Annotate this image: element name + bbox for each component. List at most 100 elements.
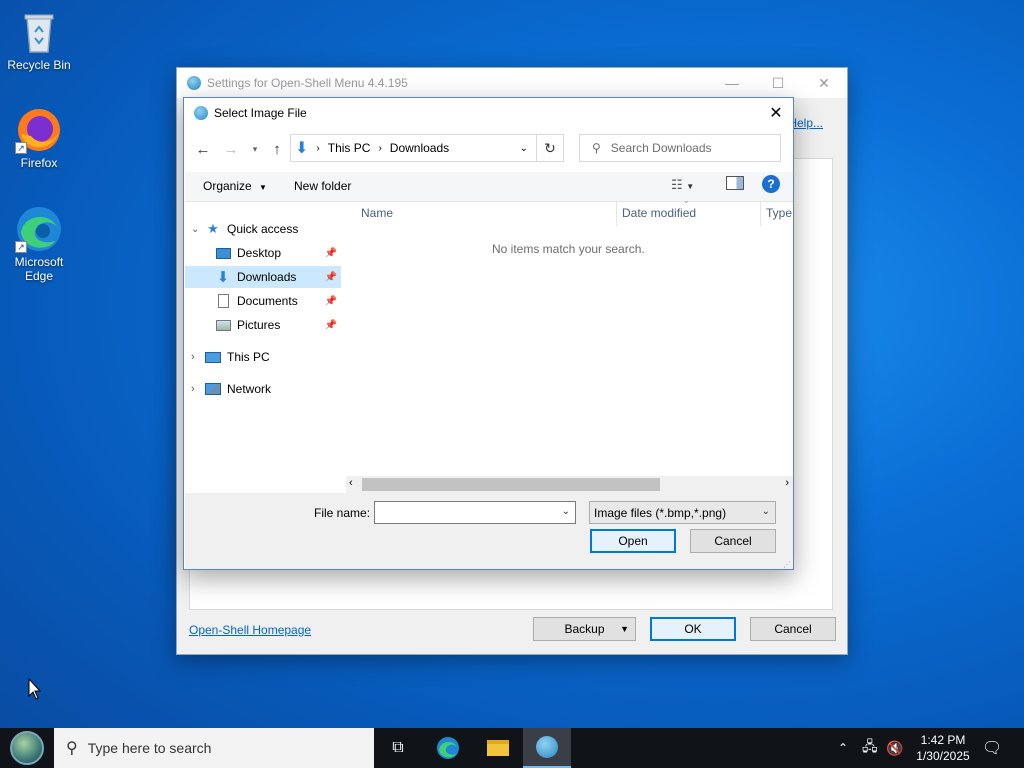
horizontal-scrollbar[interactable]: ‹ › [346, 476, 793, 493]
resize-grip-icon[interactable]: ⋰ [783, 560, 791, 569]
network-label: Network [227, 382, 272, 396]
nav-quick-access[interactable]: ⌄ ★ Quick access [185, 218, 341, 240]
desktop-icon-edge[interactable]: ↗ Microsoft Edge [1, 205, 77, 283]
pin-icon: 📌 [324, 271, 337, 283]
start-orb-icon [10, 731, 44, 765]
shortcut-arrow-icon: ↗ [15, 142, 27, 154]
scrollbar-thumb[interactable] [362, 478, 660, 491]
column-name[interactable]: Name [361, 206, 393, 220]
scroll-right-icon[interactable]: › [785, 477, 789, 489]
open-button[interactable]: Open [590, 529, 676, 553]
dialog-close-button[interactable]: ✕ [759, 98, 793, 128]
dialog-titlebar[interactable]: Select Image File [184, 98, 793, 128]
recent-locations-button[interactable]: ▾ [244, 138, 266, 160]
backup-button[interactable]: Backup ▼ [533, 617, 636, 641]
column-type[interactable]: Type [766, 206, 792, 220]
empty-message: No items match your search. [492, 242, 645, 256]
chevron-down-icon[interactable]: ⌄ [520, 143, 528, 154]
address-bar[interactable]: ⬇ › This PC › Downloads ⌄ [290, 134, 537, 162]
close-button[interactable]: ✕ [801, 68, 847, 98]
file-name-input[interactable]: ⌄ [374, 501, 576, 524]
taskbar: ⚲ Type here to search ⧉ ⌃ 🖧 🔇 1:42 PM 1/… [0, 728, 1024, 768]
dialog-cancel-button[interactable]: Cancel [690, 529, 776, 553]
search-icon: ⚲ [592, 141, 601, 155]
search-placeholder: Search Downloads [610, 141, 712, 155]
taskbar-edge-button[interactable] [424, 728, 472, 768]
nav-item-label: Pictures [237, 318, 281, 332]
taskbar-open-shell-button[interactable] [523, 728, 571, 768]
tray-chevron-up-icon[interactable]: ⌃ [838, 728, 848, 768]
desktop-icon-firefox[interactable]: ↗ Firefox [1, 106, 77, 170]
forward-button[interactable]: → [220, 138, 242, 160]
nav-item-desktop[interactable]: Desktop 📌 [185, 242, 341, 264]
ok-button[interactable]: OK [650, 617, 736, 641]
nav-item-label: Downloads [237, 270, 297, 284]
backup-label: Backup [564, 622, 605, 636]
breadcrumb-separator-icon: › [378, 142, 382, 154]
nav-item-documents[interactable]: Documents 📌 [185, 290, 341, 312]
dialog-bottom-area: File name: ⌄ Image files (*.bmp,*.png) ⌄… [185, 493, 793, 569]
this-pc-label: This PC [227, 350, 270, 364]
task-view-button[interactable]: ⧉ [374, 728, 422, 768]
nav-item-downloads[interactable]: ⬇ Downloads 📌 [185, 266, 341, 288]
desktop-icon-recycle-bin[interactable]: Recycle Bin [1, 8, 77, 72]
nav-item-label: Desktop [237, 246, 282, 260]
recycle-bin-icon [15, 8, 63, 56]
navigation-pane: ⌄ ★ Quick access Desktop 📌 ⬇ Downloads 📌… [185, 202, 345, 492]
edge-icon: ↗ [15, 205, 63, 253]
chevron-down-icon: ▼ [620, 624, 629, 634]
breadcrumb-downloads[interactable]: Downloads [390, 141, 449, 155]
start-button[interactable] [3, 728, 51, 768]
computer-icon [205, 349, 221, 365]
network-icon [205, 381, 221, 397]
downloads-location-icon: ⬇ [295, 140, 309, 157]
notifications-icon[interactable]: 🗨 [982, 728, 1002, 768]
search-icon: ⚲ [66, 740, 78, 757]
nav-network[interactable]: › Network [185, 378, 341, 400]
taskbar-file-explorer-button[interactable] [474, 728, 522, 768]
column-separator[interactable] [616, 202, 617, 226]
view-options-button[interactable]: ☷ ▼ [671, 177, 694, 193]
search-input[interactable]: ⚲ Search Downloads [579, 134, 781, 162]
taskbar-clock[interactable]: 1:42 PM 1/30/2025 [908, 732, 978, 764]
mouse-cursor-icon [28, 677, 42, 703]
up-button[interactable]: ↑ [266, 138, 288, 160]
maximize-button[interactable]: ☐ [755, 68, 801, 98]
clock-date: 1/30/2025 [916, 749, 970, 763]
pictures-icon [215, 317, 231, 333]
help-icon[interactable]: ? [762, 175, 780, 193]
preview-pane-button[interactable] [726, 176, 744, 190]
new-folder-button[interactable]: New folder [294, 179, 351, 193]
documents-icon [215, 293, 231, 309]
chevron-right-icon: › [191, 351, 195, 363]
nav-item-pictures[interactable]: Pictures 📌 [185, 314, 341, 336]
minimize-button[interactable]: — [709, 68, 755, 98]
pin-icon: 📌 [324, 295, 337, 307]
edge-label: Microsoft Edge [14, 255, 64, 283]
breadcrumb-this-pc[interactable]: This PC [328, 141, 371, 155]
back-button[interactable]: ← [192, 138, 214, 160]
chevron-down-icon[interactable]: ⌄ [562, 506, 570, 517]
column-date-modified[interactable]: Date modified [622, 206, 696, 220]
file-type-value: Image files (*.bmp,*.png) [594, 505, 727, 520]
star-icon: ★ [207, 221, 219, 236]
homepage-link[interactable]: Open-Shell Homepage [189, 623, 311, 637]
taskbar-search-placeholder: Type here to search [87, 740, 212, 756]
organize-button[interactable]: Organize ▼ [203, 179, 267, 193]
nav-this-pc[interactable]: › This PC [185, 346, 341, 368]
column-separator[interactable] [760, 202, 761, 226]
breadcrumb-separator-icon: › [316, 142, 320, 154]
file-type-select[interactable]: Image files (*.bmp,*.png) ⌄ [589, 501, 776, 524]
dialog-title: Select Image File [214, 106, 307, 120]
folder-icon [487, 740, 509, 756]
pin-icon: 📌 [324, 247, 337, 259]
desktop-icon [215, 245, 231, 261]
network-tray-icon[interactable]: 🖧 [862, 728, 878, 768]
settings-cancel-button[interactable]: Cancel [750, 617, 836, 641]
refresh-button[interactable]: ↻ [537, 134, 564, 162]
task-view-icon: ⧉ [392, 739, 404, 756]
chevron-down-icon: ▼ [259, 183, 267, 192]
scroll-left-icon[interactable]: ‹ [349, 477, 353, 489]
taskbar-search-input[interactable]: ⚲ Type here to search [54, 728, 374, 768]
volume-muted-icon[interactable]: 🔇 [886, 728, 903, 768]
